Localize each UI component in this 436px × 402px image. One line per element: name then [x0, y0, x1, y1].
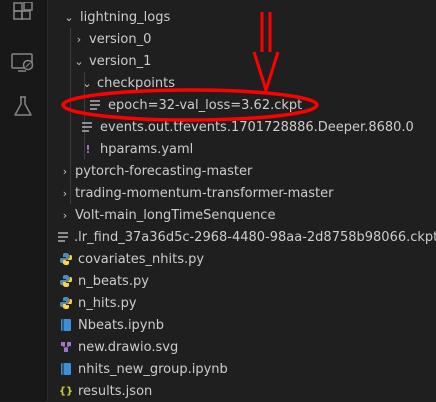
tree-item-label: version_1 [89, 53, 152, 69]
tree-item-nhits-new-group[interactable]: nhits_new_group.ipynb [48, 358, 436, 380]
lines-file-icon [58, 229, 70, 245]
tree-item-label: trading-momentum-transformer-master [75, 185, 334, 201]
tree-item-n-beats[interactable]: n_beats.py [48, 270, 436, 292]
tree-item-label: nhits_new_group.ipynb [78, 361, 228, 377]
testing-flask-icon[interactable] [10, 93, 36, 119]
tree-item-n-hits[interactable]: n_hits.py [48, 292, 436, 314]
tree-item-trading-momentum[interactable]: › trading-momentum-transformer-master [48, 182, 436, 204]
explorer-tree: ⌄ lightning_logs › version_0 ⌄ version_1… [48, 0, 436, 401]
notebook-icon [58, 361, 74, 377]
tree-item-version-0[interactable]: › version_0 [48, 28, 436, 50]
chevron-right-icon: › [62, 164, 68, 178]
tree-item-events-file[interactable]: events.out.tfevents.1701728886.Deeper.86… [48, 116, 436, 138]
tree-item-checkpoints[interactable]: ⌄ checkpoints [48, 72, 436, 94]
tree-item-label: pytorch-forecasting-master [75, 163, 253, 179]
tree-item-label: version_0 [89, 31, 152, 47]
tree-item-label: n_hits.py [78, 295, 137, 311]
chevron-down-icon: ⌄ [82, 76, 92, 90]
chevron-right-icon: › [62, 208, 68, 222]
svg-file-icon [58, 339, 74, 355]
tree-item-label: .lr_find_37a36d5c-2968-4480-98aa-2d8758b… [74, 229, 436, 245]
lines-file-icon [80, 119, 96, 135]
tree-item-new-drawio-svg[interactable]: new.drawio.svg [48, 336, 436, 358]
chevron-down-icon: ⌄ [74, 54, 84, 68]
tree-item-volt-main[interactable]: › Volt-main_longTimeSenquence [48, 204, 436, 226]
tree-item-label: Nbeats.ipynb [78, 317, 164, 333]
tree-item-label: epoch=32-val_loss=3.62.ckpt [108, 97, 303, 113]
python-icon [58, 295, 74, 311]
tree-item-label: covariates_nhits.py [78, 251, 205, 267]
tree-item-epoch-ckpt[interactable]: epoch=32-val_loss=3.62.ckpt [48, 94, 436, 116]
tree-item-label: new.drawio.svg [78, 339, 179, 355]
tree-item-label: Volt-main_longTimeSenquence [75, 207, 276, 223]
tree-item-version-1[interactable]: ⌄ version_1 [48, 50, 436, 72]
chevron-right-icon: › [76, 32, 82, 46]
tree-item-lightning-logs[interactable]: ⌄ lightning_logs [48, 6, 436, 28]
yaml-exclamation-icon: ! [85, 142, 91, 156]
notebook-icon [58, 317, 74, 333]
tree-item-label: n_beats.py [78, 273, 149, 289]
tree-item-pytorch-forecasting[interactable]: › pytorch-forecasting-master [48, 160, 436, 182]
tree-item-label: lightning_logs [80, 9, 171, 25]
tree-item-hparams-yaml[interactable]: ! hparams.yaml [48, 138, 436, 160]
tree-item-label: results.json [78, 383, 153, 399]
python-icon [58, 251, 74, 267]
tree-item-results-json[interactable]: {} results.json [48, 380, 436, 402]
tree-item-label: checkpoints [97, 75, 175, 91]
json-braces-icon: {} [58, 385, 74, 397]
tree-item-covariates-nhits[interactable]: covariates_nhits.py [48, 248, 436, 270]
tree-item-label: hparams.yaml [100, 141, 194, 157]
remote-explorer-icon[interactable] [10, 50, 36, 76]
activity-bar [0, 0, 48, 401]
chevron-right-icon: › [62, 186, 68, 200]
tree-item-label: events.out.tfevents.1701728886.Deeper.86… [100, 119, 414, 135]
lines-file-icon [88, 97, 104, 113]
chevron-down-icon: ⌄ [64, 10, 74, 24]
tree-item-lr-find-ckpt[interactable]: .lr_find_37a36d5c-2968-4480-98aa-2d8758b… [48, 226, 436, 248]
tree-item-nbeats-ipynb[interactable]: Nbeats.ipynb [48, 314, 436, 336]
python-icon [58, 273, 74, 289]
extensions-icon[interactable] [10, 0, 36, 26]
